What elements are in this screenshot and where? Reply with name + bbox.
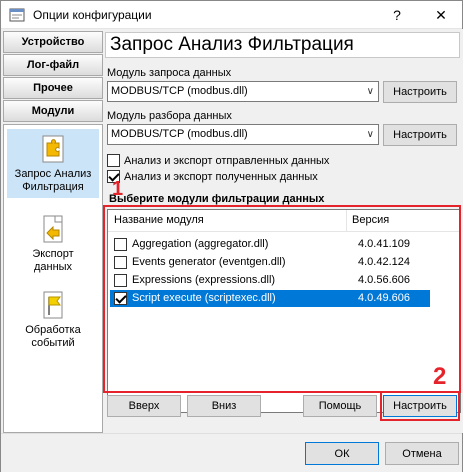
page-title: Запрос Анализ Фильтрация [105,32,460,58]
parse-module-value: MODBUS/TCP (modbus.dll) [111,128,248,140]
configure-parse-button[interactable]: Настроить [383,124,457,146]
parse-module-label: Модуль разбора данных [107,110,232,122]
checkbox-analyze-received[interactable]: Анализ и экспорт полученных данных [107,170,318,183]
module-version: 4.0.56.606 [358,274,410,286]
flag-icon [43,291,63,319]
tab-other[interactable]: Прочее [3,77,103,99]
tab-modules[interactable]: Модули [3,100,103,122]
checkbox-box[interactable] [114,274,127,287]
callout-number-2: 2 [433,363,447,390]
checkbox-box[interactable] [114,292,127,305]
list-item[interactable]: Events generator (eventgen.dll) 4.0.42.1… [110,254,430,271]
move-down-button[interactable]: Вниз [187,395,261,417]
modules-panel: Запрос Анализ Фильтрация Экспорт данных [3,124,103,433]
module-name: Expressions (expressions.dll) [132,274,276,286]
sidebar-item-data-export[interactable]: Экспорт данных [7,209,99,278]
checkbox-box[interactable] [114,238,127,251]
config-window: Опции конфигурации ? ✕ Устройство Лог-фа… [0,0,463,472]
module-name: Aggregation (aggregator.dll) [132,238,269,250]
filter-section-title: Выберите модули фильтрации данных [109,193,325,205]
tab-log-file[interactable]: Лог-файл [3,54,103,76]
puzzle-icon [42,135,64,163]
sidebar-item-query-analysis[interactable]: Запрос Анализ Фильтрация [7,129,99,198]
help-module-button[interactable]: Помощь [303,395,377,417]
module-version: 4.0.49.606 [358,292,410,304]
module-name: Script execute (scriptexec.dll) [132,292,276,304]
callout-number-1: 1 [112,178,124,200]
help-button[interactable]: ? [377,1,417,29]
dialog-footer: ОК Отмена [1,433,462,472]
column-header-name[interactable]: Название модуля [114,214,204,226]
app-icon [9,8,25,22]
module-name: Events generator (eventgen.dll) [132,256,286,268]
request-module-value: MODBUS/TCP (modbus.dll) [111,85,248,97]
request-module-select[interactable]: MODBUS/TCP (modbus.dll) ∨ [107,81,379,102]
sidebar-item-label: Фильтрация [22,181,84,193]
cancel-button[interactable]: Отмена [385,442,459,465]
checkbox-analyze-sent[interactable]: Анализ и экспорт отправленных данных [107,154,329,167]
sidebar-item-label: Обработка [25,324,81,336]
title-bar: Опции конфигурации ? ✕ [1,1,462,29]
ok-button[interactable]: ОК [305,442,379,465]
chevron-down-icon: ∨ [366,86,374,97]
sidebar-item-label: Запрос Анализ [14,168,92,180]
close-button[interactable]: ✕ [421,1,461,29]
checkbox-box[interactable] [107,154,120,167]
module-version: 4.0.41.109 [358,238,410,250]
list-item[interactable]: Script execute (scriptexec.dll) 4.0.49.6… [110,290,430,307]
main-panel: Запрос Анализ Фильтрация Модуль запроса … [105,29,463,433]
module-version: 4.0.42.124 [358,256,410,268]
filter-modules-list[interactable]: Название модуля Версия Aggregation (aggr… [107,209,461,413]
parse-module-select[interactable]: MODBUS/TCP (modbus.dll) ∨ [107,124,379,145]
sidebar: Устройство Лог-файл Прочее Модули Запрос… [1,29,105,433]
list-header: Название модуля Версия [108,210,460,232]
request-module-label: Модуль запроса данных [107,67,232,79]
list-item[interactable]: Expressions (expressions.dll) 4.0.56.606 [110,272,430,289]
column-separator [346,210,347,232]
configure-request-button[interactable]: Настроить [383,81,457,103]
export-icon [43,215,63,243]
configure-module-button[interactable]: Настроить [383,395,457,417]
sidebar-item-event-handling[interactable]: Обработка событий [7,285,99,354]
sidebar-item-label: Экспорт [32,248,74,260]
tab-device[interactable]: Устройство [3,31,103,53]
column-header-version[interactable]: Версия [352,214,389,226]
chevron-down-icon: ∨ [366,129,374,140]
sidebar-item-label: событий [31,337,75,349]
move-up-button[interactable]: Вверх [107,395,181,417]
checkbox-box[interactable] [114,256,127,269]
checkbox-label: Анализ и экспорт отправленных данных [124,154,330,167]
sidebar-item-label: данных [33,261,73,273]
checkbox-label: Анализ и экспорт полученных данных [124,170,318,183]
window-title: Опции конфигурации [33,8,152,22]
list-item[interactable]: Aggregation (aggregator.dll) 4.0.41.109 [110,236,430,253]
